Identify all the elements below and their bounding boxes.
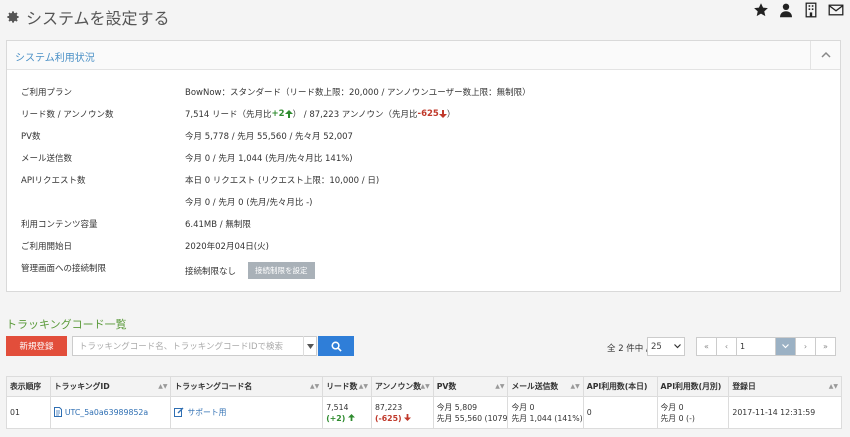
row-api-monthly: 今月 0 / 先月 0 (先月/先々月比 -)	[185, 198, 313, 208]
col-tracking-id[interactable]: トラッキングID ▲▼	[49, 376, 172, 397]
edit-icon	[174, 407, 184, 419]
sort-icon: ▲▼	[309, 383, 320, 390]
collapse-button[interactable]	[810, 41, 840, 69]
arrow-up-icon	[284, 110, 293, 118]
col-api-today[interactable]: API利用数(本日)	[582, 376, 658, 397]
arrow-down-icon	[438, 110, 447, 118]
page-first-button[interactable]: «	[696, 337, 717, 356]
set-access-limit-button[interactable]: 接続制限を設定	[248, 262, 315, 279]
row-pv: PV数 今月 5,778 / 先月 55,560 / 先々月 52,007	[21, 132, 353, 142]
row-plan: ご利用プラン BowNow：スタンダード（リード数上限：20,000 / アンノ…	[21, 88, 531, 98]
table-row: 01 UTC_5a0a63989852a サポート用 7,514 (+2) 87…	[6, 396, 842, 429]
chevron-down-icon	[674, 344, 681, 349]
col-tracking-name[interactable]: トラッキングコード名 ▲▼	[170, 376, 324, 397]
col-date[interactable]: 登録日 ▲▼	[728, 376, 842, 397]
row-lead-unknown: リード数 / アンノウン数 7,514 リード（先月比 +2 ） / 87,22…	[21, 109, 456, 120]
tracking-name-link[interactable]: サポート用	[187, 408, 226, 417]
sort-icon: ▲▼	[828, 383, 838, 390]
col-pv[interactable]: PV数 ▲▼	[432, 376, 509, 397]
top-icons	[753, 2, 844, 18]
per-page-select[interactable]: 25	[647, 337, 685, 356]
page-number-input[interactable]: 1	[736, 337, 776, 356]
mail-icon[interactable]	[828, 2, 844, 18]
tracking-section-title: トラッキングコード一覧	[6, 318, 127, 331]
col-api-monthly[interactable]: API利用数(月別)	[656, 376, 730, 397]
search-input[interactable]: トラッキングコード名、トラッキングコードIDで検索	[72, 336, 317, 356]
user-icon[interactable]	[778, 2, 794, 18]
new-register-button[interactable]: 新規登録	[6, 336, 67, 356]
row-access-limit: 管理画面への接続制限 接続制限なし 接続制限を設定	[21, 262, 315, 279]
total-count: 全 2 件中 /	[607, 344, 649, 354]
pagination: « ‹ 1 › »	[696, 337, 836, 356]
tracking-id-link[interactable]: UTC_5a0a63989852a	[65, 408, 148, 417]
page-last-button[interactable]: »	[815, 337, 836, 356]
document-icon	[53, 406, 62, 419]
search-dropdown-caret[interactable]	[303, 336, 317, 356]
table-header-row: 表示順序 トラッキングID ▲▼ トラッキングコード名 ▲▼ リード数 ▲▼ アンノウ…	[6, 376, 842, 397]
page-next-button[interactable]: ›	[795, 337, 816, 356]
system-usage-panel: システム利用状況 ご利用プラン BowNow：スタンダード（リード数上限：20,…	[6, 40, 841, 292]
page-select-button[interactable]	[775, 337, 796, 356]
panel-title: システム利用状況	[15, 53, 95, 64]
arrow-up-icon	[347, 413, 355, 421]
caret-down-icon	[307, 343, 314, 349]
sort-icon: ▲▼	[358, 383, 368, 390]
sort-icon: ▲▼	[570, 383, 580, 390]
row-mail: メール送信数 今月 0 / 先月 1,044 (先月/先々月比 141%)	[21, 154, 353, 164]
page-prev-button[interactable]: ‹	[716, 337, 737, 356]
panel-header: システム利用状況	[7, 41, 840, 70]
search-button[interactable]	[318, 336, 354, 356]
page-title: システムを設定する	[6, 5, 170, 29]
sort-icon: ▲▼	[420, 383, 430, 390]
chevron-up-icon	[820, 51, 831, 58]
row-storage: 利用コンテンツ容量 6.41MB / 無制限	[21, 220, 251, 230]
star-icon[interactable]	[753, 2, 769, 18]
col-order[interactable]: 表示順序	[6, 376, 51, 397]
chevron-down-icon	[782, 344, 789, 349]
col-lead[interactable]: リード数 ▲▼	[322, 376, 372, 397]
search-icon	[331, 341, 342, 352]
row-api: APIリクエスト数 本日 0 リクエスト (リクエスト上限：10,000 / 日…	[21, 176, 380, 186]
sort-icon: ▲▼	[158, 383, 168, 390]
col-mail[interactable]: メール送信数 ▲▼	[507, 376, 584, 397]
gear-icon	[7, 11, 19, 23]
col-unknown[interactable]: アンノウン数 ▲▼	[370, 376, 434, 397]
row-start-date: ご利用開始日 2020年02月04日(火)	[21, 242, 269, 252]
building-icon[interactable]	[803, 2, 819, 18]
arrow-down-icon	[404, 413, 412, 421]
tracking-table: 表示順序 トラッキングID ▲▼ トラッキングコード名 ▲▼ リード数 ▲▼ アンノウ…	[6, 376, 842, 429]
page-title-text: システムを設定する	[26, 9, 170, 28]
sort-icon: ▲▼	[495, 383, 505, 390]
